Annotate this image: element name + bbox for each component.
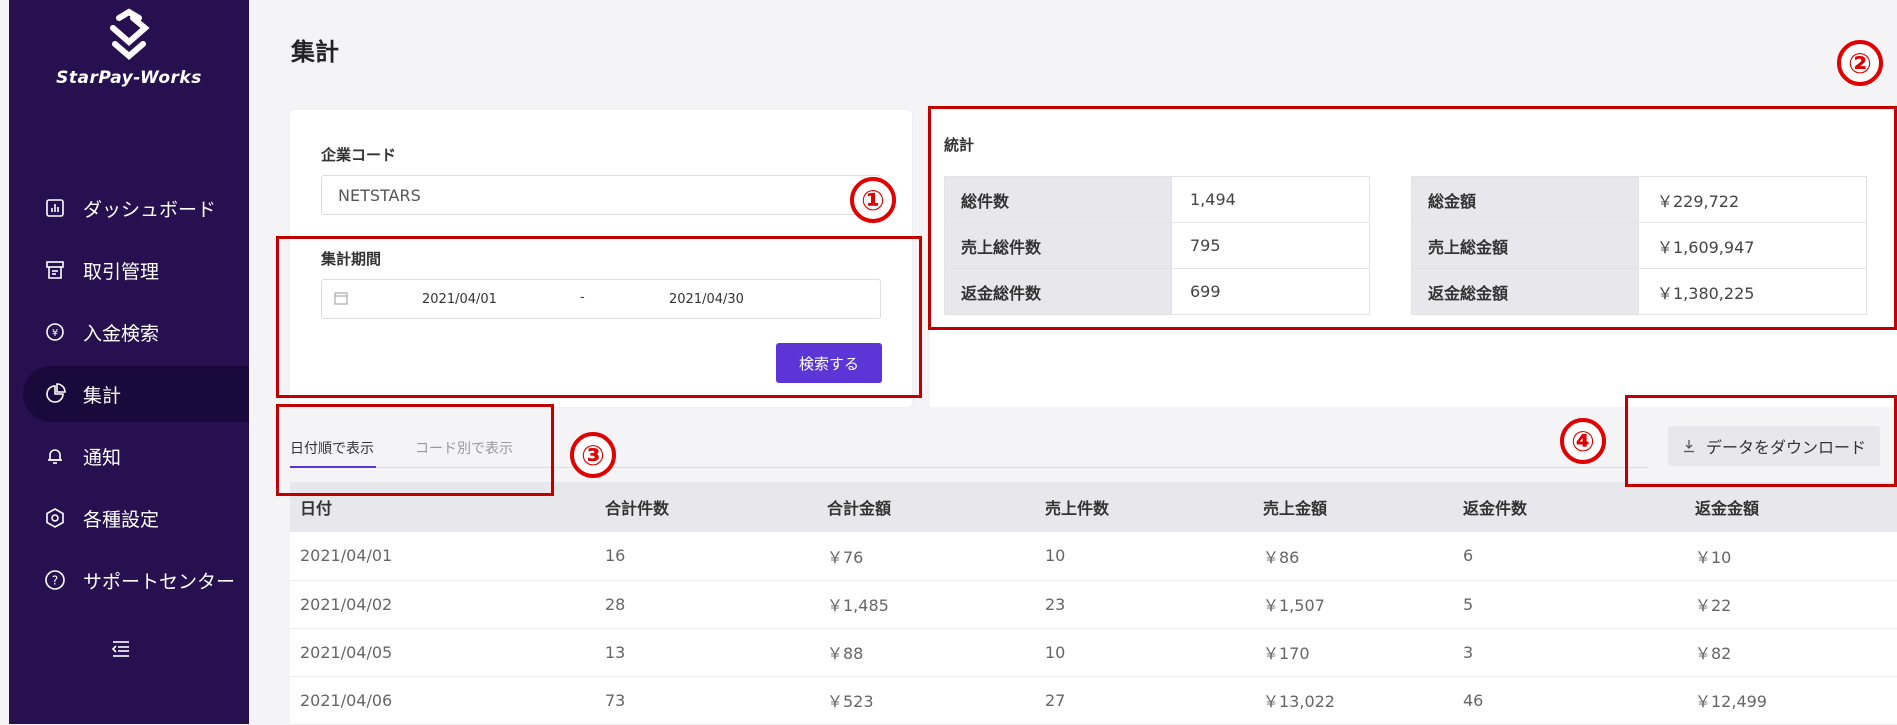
table-cell: ￥1,507 bbox=[1263, 580, 1463, 629]
sidebar-nav: ダッシュボード 取引管理 ¥ 入金検索 集計 通知 各種設定 ? サポートセンタ… bbox=[23, 180, 249, 614]
table-cell: ￥86 bbox=[1263, 532, 1463, 581]
table-cell: ￥82 bbox=[1695, 628, 1897, 677]
column-header[interactable]: 返金件数 bbox=[1463, 482, 1695, 532]
table-cell: ￥10 bbox=[1695, 532, 1897, 581]
table-cell: 10 bbox=[1045, 532, 1263, 581]
annotation-number-1: ① bbox=[850, 177, 896, 223]
annotation-box-3 bbox=[276, 404, 554, 496]
svg-text:?: ? bbox=[52, 574, 58, 588]
receipt-icon bbox=[43, 258, 67, 282]
sidebar-item-label: 各種設定 bbox=[83, 508, 160, 531]
bar-chart-icon bbox=[43, 196, 67, 220]
sidebar-item-deposit-search[interactable]: ¥ 入金検索 bbox=[23, 304, 249, 360]
column-header[interactable]: 返金金額 bbox=[1695, 482, 1897, 532]
table-cell: 3 bbox=[1463, 628, 1695, 677]
table-cell: 73 bbox=[605, 676, 827, 725]
sidebar-item-label: 取引管理 bbox=[83, 260, 160, 283]
column-header[interactable]: 売上金額 bbox=[1263, 482, 1463, 532]
column-header[interactable]: 売上件数 bbox=[1045, 482, 1263, 532]
annotation-box-4 bbox=[1625, 395, 1897, 487]
bell-icon bbox=[43, 444, 67, 468]
table-cell: ￥88 bbox=[827, 628, 1045, 677]
table-row[interactable]: 2021/04/02 28 ￥1,485 23 ￥1,507 5 ￥22 bbox=[290, 580, 1897, 629]
annotation-number-3: ③ bbox=[570, 432, 616, 478]
sidebar-item-settings[interactable]: 各種設定 bbox=[23, 490, 249, 546]
page-title: 集計 bbox=[291, 38, 339, 66]
sidebar-item-label: 通知 bbox=[83, 446, 122, 469]
table-row[interactable]: 2021/04/06 73 ￥523 27 ￥13,022 46 ￥12,499 bbox=[290, 676, 1897, 725]
table-cell: 46 bbox=[1463, 676, 1695, 725]
annotation-box-1 bbox=[276, 236, 922, 398]
sidebar-item-notifications[interactable]: 通知 bbox=[23, 428, 249, 484]
table-cell: 5 bbox=[1463, 580, 1695, 629]
column-header[interactable]: 合計金額 bbox=[827, 482, 1045, 532]
table-cell: ￥76 bbox=[827, 532, 1045, 581]
logo[interactable]: StarPay-Works bbox=[9, 8, 249, 88]
table-cell: ￥12,499 bbox=[1695, 676, 1897, 725]
company-code-input[interactable]: NETSTARS bbox=[321, 175, 881, 215]
table-cell: ￥523 bbox=[827, 676, 1045, 725]
sidebar-item-transactions[interactable]: 取引管理 bbox=[23, 242, 249, 298]
sidebar-item-dashboard[interactable]: ダッシュボード bbox=[23, 180, 249, 236]
table-cell: 2021/04/06 bbox=[290, 676, 605, 725]
table-row[interactable]: 2021/04/05 13 ￥88 10 ￥170 3 ￥82 bbox=[290, 628, 1897, 677]
table-cell: 2021/04/01 bbox=[290, 532, 605, 581]
table-row[interactable]: 2021/04/01 16 ￥76 10 ￥86 6 ￥10 bbox=[290, 532, 1897, 581]
brand-name: StarPay-Works bbox=[56, 68, 202, 88]
table-cell: 6 bbox=[1463, 532, 1695, 581]
table-cell: ￥22 bbox=[1695, 580, 1897, 629]
summary-table: 日付 合計件数 合計金額 売上件数 売上金額 返金件数 返金金額 2021/04… bbox=[290, 482, 1897, 725]
sidebar-item-label: 入金検索 bbox=[83, 322, 160, 345]
annotation-box-2 bbox=[928, 106, 1897, 330]
logo-mark-icon bbox=[110, 8, 150, 60]
sidebar: StarPay-Works ダッシュボード 取引管理 ¥ 入金検索 集計 通知 … bbox=[9, 0, 249, 724]
help-circle-icon: ? bbox=[43, 568, 67, 592]
menu-collapse-icon[interactable] bbox=[109, 638, 133, 664]
pie-chart-icon bbox=[43, 382, 67, 406]
svg-text:¥: ¥ bbox=[52, 328, 58, 339]
annotation-number-4: ④ bbox=[1560, 418, 1606, 464]
table-cell: 2021/04/05 bbox=[290, 628, 605, 677]
table-cell: ￥1,485 bbox=[827, 580, 1045, 629]
table-cell: 10 bbox=[1045, 628, 1263, 677]
yen-circle-icon: ¥ bbox=[43, 320, 67, 344]
sidebar-item-label: ダッシュボード bbox=[83, 198, 217, 221]
table-cell: 23 bbox=[1045, 580, 1263, 629]
table-cell: ￥170 bbox=[1263, 628, 1463, 677]
table-cell: 2021/04/02 bbox=[290, 580, 605, 629]
column-header[interactable]: 合計件数 bbox=[605, 482, 827, 532]
sidebar-item-summary[interactable]: 集計 bbox=[23, 366, 249, 422]
table-cell: 27 bbox=[1045, 676, 1263, 725]
table-cell: ￥13,022 bbox=[1263, 676, 1463, 725]
sidebar-item-support[interactable]: ? サポートセンター bbox=[23, 552, 249, 608]
annotation-number-2: ② bbox=[1837, 40, 1883, 86]
table-cell: 28 bbox=[605, 580, 827, 629]
table-cell: 16 bbox=[605, 532, 827, 581]
sidebar-item-label: 集計 bbox=[83, 384, 122, 407]
sidebar-item-label: サポートセンター bbox=[83, 570, 236, 593]
settings-hex-icon bbox=[43, 506, 67, 530]
table-cell: 13 bbox=[605, 628, 827, 677]
company-code-label: 企業コード bbox=[321, 146, 397, 164]
